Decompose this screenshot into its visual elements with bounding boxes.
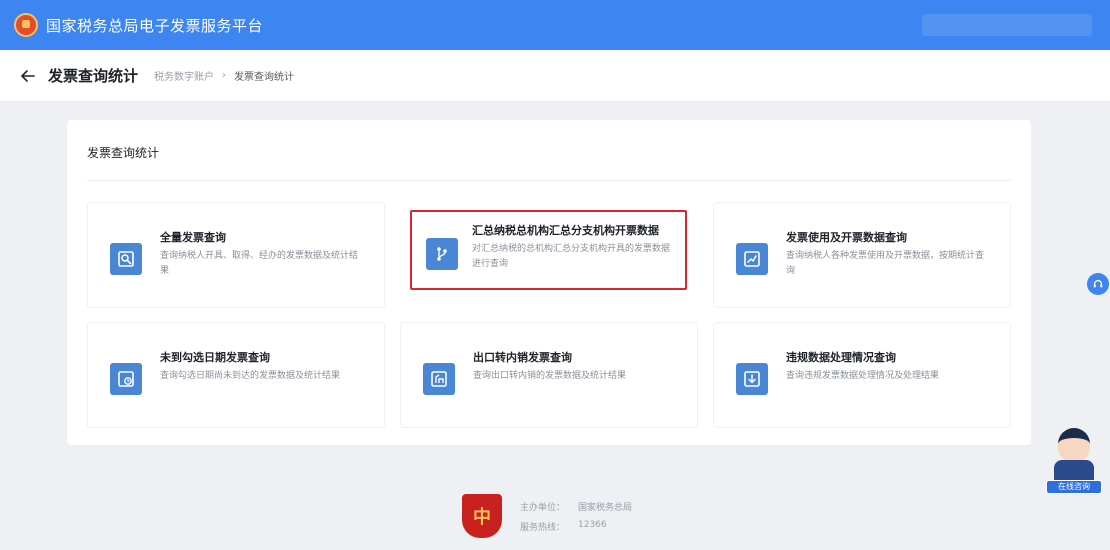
breadcrumb-item-current: 发票查询统计 — [234, 72, 295, 83]
panel-title: 发票查询统计 — [87, 146, 160, 160]
page-header: 发票查询统计 税务数字账户 › 发票查询统计 — [0, 50, 1110, 102]
headset-icon[interactable] — [1087, 273, 1109, 295]
card-usage-and-issuance-query[interactable]: 发票使用及开票数据查询 查询纳税人各种发票使用及开票数据，按期统计查询 — [713, 202, 1011, 308]
card-desc: 查询违规发票数据处理情况及处理结果 — [786, 371, 940, 381]
card-desc: 查询出口转内销的发票数据及统计结果 — [473, 371, 627, 381]
card-title: 未到勾选日期发票查询 — [160, 351, 270, 364]
top-header: 国家税务总局电子发票服务平台 — [0, 0, 1110, 50]
card-desc: 查询纳税人各种发票使用及开票数据，按期统计查询 — [786, 251, 985, 276]
export-doc-icon — [423, 363, 455, 395]
platform-title: 国家税务总局电子发票服务平台 — [46, 16, 264, 35]
card-full-invoice-query[interactable]: 全量发票查询 查询纳税人开具、取得、经办的发票数据及统计结果 — [87, 202, 385, 308]
card-branch-summary-data[interactable]: 汇总纳税总机构汇总分支机构开票数据 对汇总纳税的总机构汇总分支机构开具的发票数据… — [410, 210, 687, 290]
card-desc: 查询勾选日期尚未到达的发票数据及统计结果 — [160, 371, 341, 381]
national-emblem-icon — [14, 13, 38, 37]
clock-doc-icon — [110, 363, 142, 395]
assistant-mascot-icon — [1058, 428, 1090, 462]
card-pending-check-date-query[interactable]: 未到勾选日期发票查询 查询勾选日期尚未到达的发票数据及统计结果 — [87, 322, 385, 428]
footer-hotline-value: 12366 — [578, 520, 607, 530]
download-doc-icon — [736, 363, 768, 395]
logo-char: 中 — [473, 507, 491, 528]
card-desc: 查询纳税人开具、取得、经办的发票数据及统计结果 — [160, 251, 359, 276]
branch-link-icon — [426, 238, 458, 270]
header-user-area[interactable] — [922, 14, 1092, 36]
card-title: 汇总纳税总机构汇总分支机构开票数据 — [472, 224, 659, 237]
page-title: 发票查询统计 — [48, 67, 139, 85]
footer-host-value: 国家税务总局 — [578, 503, 633, 513]
assistant-mascot-body — [1054, 460, 1094, 482]
card-export-to-domestic-query[interactable]: 出口转内销发票查询 查询出口转内销的发票数据及统计结果 — [400, 322, 698, 428]
card-title: 全量发票查询 — [160, 231, 226, 244]
card-title: 发票使用及开票数据查询 — [786, 231, 907, 244]
breadcrumb-separator: › — [222, 70, 227, 81]
card-title: 违规数据处理情况查询 — [786, 351, 896, 364]
footer-host-label: 主办单位： — [520, 503, 566, 513]
back-arrow-icon[interactable] — [20, 68, 36, 84]
breadcrumb-item-account[interactable]: 税务数字账户 — [154, 68, 214, 83]
search-doc-icon — [110, 243, 142, 275]
card-violation-handling-query[interactable]: 违规数据处理情况查询 查询违规发票数据处理情况及处理结果 — [713, 322, 1011, 428]
tax-bureau-logo-icon: 中 — [462, 494, 502, 538]
footer-hotline-label: 服务热线： — [520, 523, 566, 533]
main-panel: 发票查询统计 全量发票查询 查询纳税人开具、取得、经办的发票数据及统计结果 汇总… — [67, 120, 1031, 445]
panel-divider — [87, 180, 1011, 181]
assistant-label[interactable]: 在线咨询 — [1046, 480, 1102, 494]
card-title: 出口转内销发票查询 — [473, 351, 572, 364]
chart-doc-icon — [736, 243, 768, 275]
assistant-widget[interactable]: 在线咨询 — [1046, 426, 1102, 494]
card-desc: 对汇总纳税的总机构汇总分支机构开具的发票数据进行查询 — [472, 244, 671, 269]
